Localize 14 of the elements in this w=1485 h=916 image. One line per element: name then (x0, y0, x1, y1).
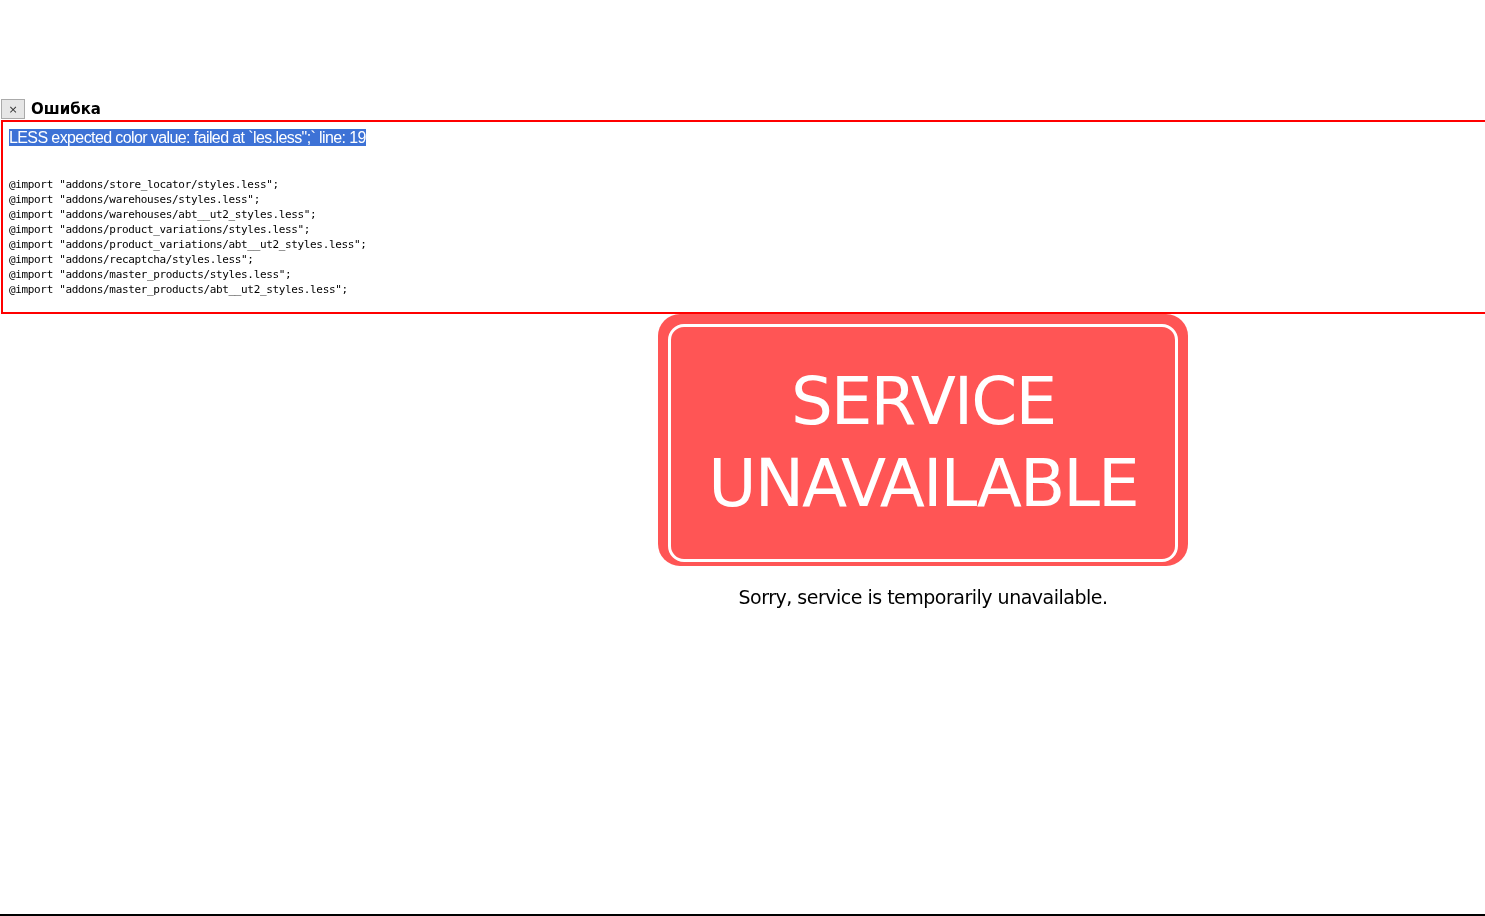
code-line: @import "addons/product_variations/abt__ut2_styles.less"; (9, 237, 367, 252)
code-line: @import "addons/warehouses/styles.less"; (9, 192, 260, 207)
code-line: @import "addons/store_locator/styles.less"; (9, 177, 279, 192)
sign-text: UNAVAILABLE (708, 444, 1138, 524)
code-line: @import "addons/recaptcha/styles.less"; (9, 252, 254, 267)
error-title: Ошибка (31, 100, 101, 118)
code-line: @import "addons/master_products/abt__ut2_styles.less"; (9, 282, 348, 297)
unavailable-message: Sorry, service is temporarily unavailable. (738, 586, 1108, 608)
code-line: @import "addons/master_products/styles.less"; (9, 267, 292, 282)
code-line: @import "addons/product_variations/styles.less"; (9, 222, 311, 237)
close-button[interactable]: × (1, 99, 25, 119)
sign-text: SERVICE (790, 362, 1056, 442)
error-message: LESS expected color value: failed at `les.less";` line: 19 (9, 129, 366, 146)
code-line: @import "addons/warehouses/abt__ut2_styles.less"; (9, 207, 317, 222)
